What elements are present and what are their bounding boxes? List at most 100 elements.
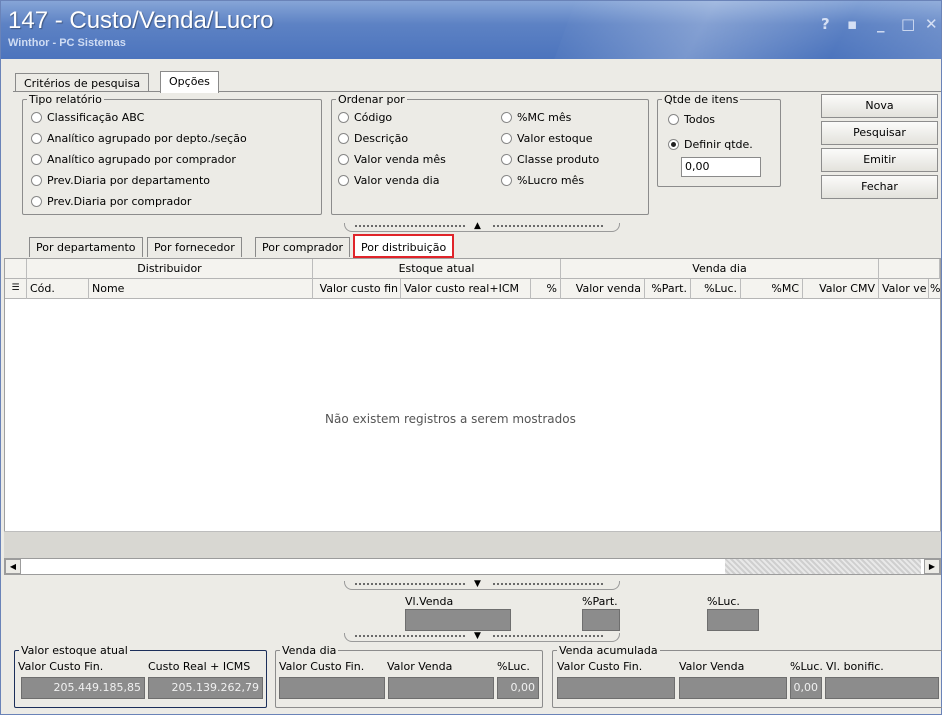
part-field: [582, 609, 620, 631]
scroll-left-icon[interactable]: ◀: [5, 559, 21, 574]
help-icon[interactable]: ?: [821, 15, 830, 33]
radio-icon: [501, 154, 512, 165]
chevron-up-icon[interactable]: ▲: [474, 222, 481, 231]
radio-label: %MC mês: [517, 111, 572, 124]
col-valor-custo-real[interactable]: Valor custo real+ICM: [401, 279, 531, 299]
radio-classificacao-abc[interactable]: Classificação ABC: [31, 111, 144, 124]
restore-icon[interactable]: ▪: [847, 15, 857, 33]
venda-dia-valor-label: Valor Venda: [387, 660, 453, 673]
vl-venda-field: [405, 609, 511, 631]
radio-icon: [338, 112, 349, 123]
tab-criterios[interactable]: Critérios de pesquisa: [15, 73, 150, 93]
minimize-icon[interactable]: _: [877, 15, 885, 33]
valor-custo-fin-field: 205.449.185,85: [21, 677, 145, 699]
radio-valor-estoque[interactable]: Valor estoque: [501, 132, 592, 145]
row-selector-icon[interactable]: ☰: [5, 279, 27, 299]
subtab-por-comprador[interactable]: Por comprador: [255, 237, 350, 257]
radio-icon: [31, 154, 42, 165]
subtab-por-distribuicao[interactable]: Por distribuição: [353, 234, 455, 258]
custo-real-icms-field: 205.139.262,79: [148, 677, 263, 699]
col-percent[interactable]: %: [531, 279, 561, 299]
venda-dia-valor-field: [388, 677, 494, 699]
radio-icon: [31, 175, 42, 186]
radio-label: %Lucro mês: [517, 174, 585, 187]
scroll-track-pattern: [725, 559, 921, 574]
radio-icon: [668, 114, 679, 125]
venda-dia-legend: Venda dia: [282, 644, 337, 657]
grid-corner: [5, 259, 27, 279]
col-valor-venda[interactable]: Valor venda: [561, 279, 645, 299]
radio-icon: [338, 154, 349, 165]
grid-column-header: ☰ Cód. Nome Valor custo fin Valor custo …: [5, 279, 940, 299]
pesquisar-button[interactable]: Pesquisar: [821, 121, 938, 145]
radio-icon: [501, 112, 512, 123]
radio-valor-venda-mes[interactable]: Valor venda mês: [338, 153, 446, 166]
fechar-button[interactable]: Fechar: [821, 175, 938, 199]
luc-field: [707, 609, 759, 631]
qtde-input[interactable]: 0,00: [681, 157, 761, 177]
emitir-button[interactable]: Emitir: [821, 148, 938, 172]
col-nome[interactable]: Nome: [89, 279, 313, 299]
radio-lucro-mes[interactable]: %Lucro mês: [501, 174, 584, 187]
horizontal-scrollbar[interactable]: ◀ ▶: [4, 558, 941, 575]
radio-icon: [501, 133, 512, 144]
part-label: %Part.: [582, 595, 618, 608]
tab-opcoes[interactable]: Opções: [160, 71, 219, 93]
group-extra: [879, 259, 940, 279]
col-part[interactable]: %Part.: [645, 279, 691, 299]
valor-estoque-legend: Valor estoque atual: [21, 644, 128, 657]
col-valor-custo-fin[interactable]: Valor custo fin: [313, 279, 401, 299]
radio-label: Prev.Diaria por departamento: [47, 174, 211, 187]
radio-icon: [338, 133, 349, 144]
radio-icon: [501, 175, 512, 186]
radio-analitico-comprador[interactable]: Analítico agrupado por comprador: [31, 153, 236, 166]
splitter-grip: [355, 583, 465, 585]
venda-acum-custo-label: Valor Custo Fin.: [557, 660, 643, 673]
radio-mc-mes[interactable]: %MC mês: [501, 111, 571, 124]
radio-label: Valor estoque: [517, 132, 593, 145]
vl-venda-label: Vl.Venda: [405, 595, 454, 608]
radio-label: Analítico agrupado por comprador: [47, 153, 236, 166]
radio-todos[interactable]: Todos: [668, 113, 715, 126]
nova-button[interactable]: Nova: [821, 94, 938, 118]
splitter-grip: [355, 225, 465, 227]
col-percent-2[interactable]: %F: [929, 279, 940, 299]
scroll-right-icon[interactable]: ▶: [924, 559, 940, 574]
col-luc[interactable]: %Luc.: [691, 279, 741, 299]
venda-dia-custo-label: Valor Custo Fin.: [279, 660, 365, 673]
radio-analitico-depto[interactable]: Analítico agrupado por depto./seção: [31, 132, 247, 145]
chevron-down-icon[interactable]: ▼: [474, 580, 481, 589]
radio-icon: [338, 175, 349, 186]
col-valor-cmv[interactable]: Valor CMV: [803, 279, 879, 299]
radio-prev-comprador[interactable]: Prev.Diaria por comprador: [31, 195, 191, 208]
radio-codigo[interactable]: Código: [338, 111, 392, 124]
radio-definir-qtde[interactable]: Definir qtde.: [668, 138, 753, 151]
splitter-grip: [493, 635, 603, 637]
venda-acum-valor-field: [679, 677, 787, 699]
collapse-splitter-3[interactable]: ▼: [344, 632, 620, 642]
radio-label: Definir qtde.: [684, 138, 753, 151]
radio-classe-produto[interactable]: Classe produto: [501, 153, 599, 166]
chevron-down-icon[interactable]: ▼: [474, 632, 481, 641]
radio-label: Descrição: [354, 132, 409, 145]
radio-prev-departamento[interactable]: Prev.Diaria por departamento: [31, 174, 210, 187]
collapse-splitter-2[interactable]: ▼: [344, 580, 620, 590]
radio-valor-venda-dia[interactable]: Valor venda dia: [338, 174, 439, 187]
maximize-icon[interactable]: □: [901, 15, 915, 33]
radio-label: Valor venda mês: [354, 153, 446, 166]
custo-real-icms-label: Custo Real + ICMS: [148, 660, 251, 673]
subtab-por-departamento[interactable]: Por departamento: [29, 237, 143, 257]
subtab-por-fornecedor[interactable]: Por fornecedor: [147, 237, 242, 257]
col-mc[interactable]: %MC: [741, 279, 803, 299]
ordenar-por-legend: Ordenar por: [338, 93, 405, 106]
close-icon[interactable]: ✕: [925, 15, 938, 33]
data-grid[interactable]: Distribuidor Estoque atual Venda dia ☰ C…: [4, 258, 941, 558]
group-estoque-atual: Estoque atual: [313, 259, 561, 279]
tipo-relatorio-legend: Tipo relatório: [29, 93, 102, 106]
window-subtitle: Winthor - PC Sistemas: [8, 37, 126, 49]
radio-selected-icon: [668, 139, 679, 150]
radio-descricao[interactable]: Descrição: [338, 132, 408, 145]
col-cod[interactable]: Cód.: [27, 279, 89, 299]
col-valor-venda-2[interactable]: Valor ve: [879, 279, 929, 299]
collapse-splitter[interactable]: ▲: [344, 222, 620, 232]
